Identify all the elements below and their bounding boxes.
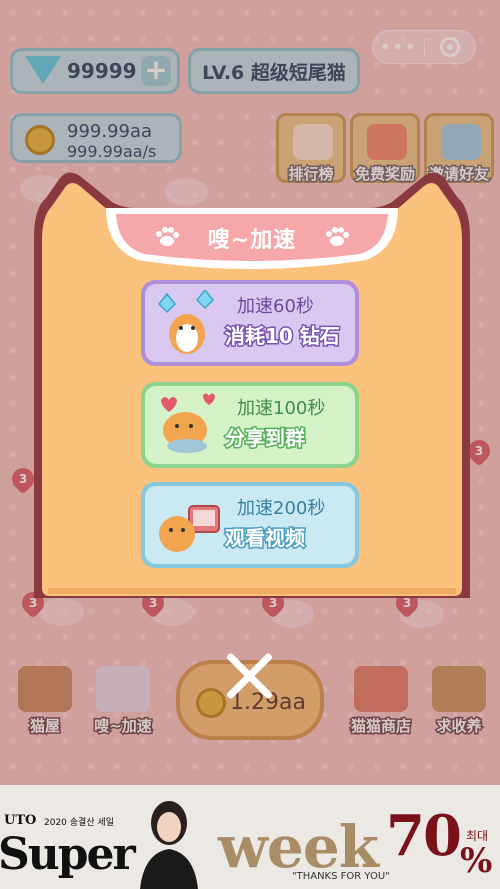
option-cost: 观看视频	[224, 525, 307, 552]
option-duration: 加速200秒	[237, 498, 326, 519]
modal-title-wrap: 嗖~加速	[126, 212, 378, 264]
game-stage: ••• 99999 + LV.6 超级短尾猫 999.99aa 999.99aa…	[0, 0, 500, 785]
speed-100s-share-button[interactable]: 加速100秒 分享到群	[141, 382, 359, 468]
tv-cat-icon	[159, 505, 220, 552]
option-duration: 加速60秒	[237, 296, 314, 317]
ad-tagline: "THANKS FOR YOU"	[292, 871, 390, 882]
speed-60s-diamond-button[interactable]: 加速60秒 消耗10 钻石	[141, 280, 359, 366]
option-cost: 消耗10 钻石	[224, 323, 342, 350]
option-cost: 分享到群	[224, 425, 307, 452]
speed-200s-video-button[interactable]: 加速200秒 观看视频	[141, 482, 359, 568]
ad-banner[interactable]: UTO 2020 송결산 세일 Super week "THANKS FOR Y…	[0, 785, 500, 889]
ad-subtitle: 2020 송결산 세일	[44, 818, 115, 828]
ad-model-image	[140, 801, 198, 889]
share-cat-icon	[161, 393, 215, 453]
modal-title: 嗖~加速	[207, 228, 297, 253]
diamond-cat-icon	[157, 290, 215, 354]
option-duration: 加速100秒	[237, 398, 326, 419]
ad-discount-unit: %	[460, 841, 493, 881]
ad-headline-left: Super	[0, 829, 136, 880]
close-icon[interactable]	[222, 648, 278, 704]
modal-shadow	[48, 588, 456, 594]
ad-brand: UTO	[4, 813, 37, 828]
ad-discount: 70	[386, 803, 462, 869]
speed-up-modal: 嗖~加速 加速60秒 消耗10 钻石 加速100秒 分享到群 加速200秒 观看…	[26, 168, 478, 602]
